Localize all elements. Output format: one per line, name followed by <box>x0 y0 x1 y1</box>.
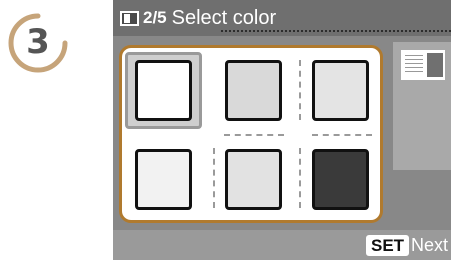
title-bar: 2/5 Select color <box>113 0 451 36</box>
preview-image-block <box>427 53 443 77</box>
screen-title: Select color <box>171 6 277 29</box>
grid-divider <box>224 134 284 136</box>
color-option-5[interactable] <box>215 141 292 218</box>
preview-thumbnail <box>401 50 445 80</box>
camera-screen: 2/5 Select color SET Next <box>113 0 451 260</box>
color-option-4[interactable] <box>125 141 202 218</box>
color-swatch <box>312 149 369 210</box>
grid-divider <box>299 60 301 120</box>
preview-text-lines <box>405 55 423 75</box>
color-swatch <box>312 60 369 121</box>
color-swatch <box>135 149 192 210</box>
set-button[interactable]: SET <box>366 235 410 256</box>
grid-divider <box>299 148 301 208</box>
step-badge: 3 <box>6 10 76 80</box>
next-label: Next <box>411 235 449 255</box>
step-number: 3 <box>26 22 50 62</box>
color-option-3[interactable] <box>302 52 379 129</box>
bottom-bar: SET Next <box>113 230 451 260</box>
color-option-2[interactable] <box>215 52 292 129</box>
page-indicator: 2/5 <box>143 8 167 27</box>
color-swatch <box>225 60 282 121</box>
color-swatch <box>135 60 192 121</box>
color-option-1[interactable] <box>125 52 202 129</box>
color-option-6[interactable] <box>302 141 379 218</box>
grid-divider <box>213 148 215 208</box>
layout-icon <box>120 10 139 26</box>
layout-preview <box>393 42 451 170</box>
color-swatch <box>225 149 282 210</box>
grid-divider <box>312 134 372 136</box>
color-grid <box>119 45 383 223</box>
